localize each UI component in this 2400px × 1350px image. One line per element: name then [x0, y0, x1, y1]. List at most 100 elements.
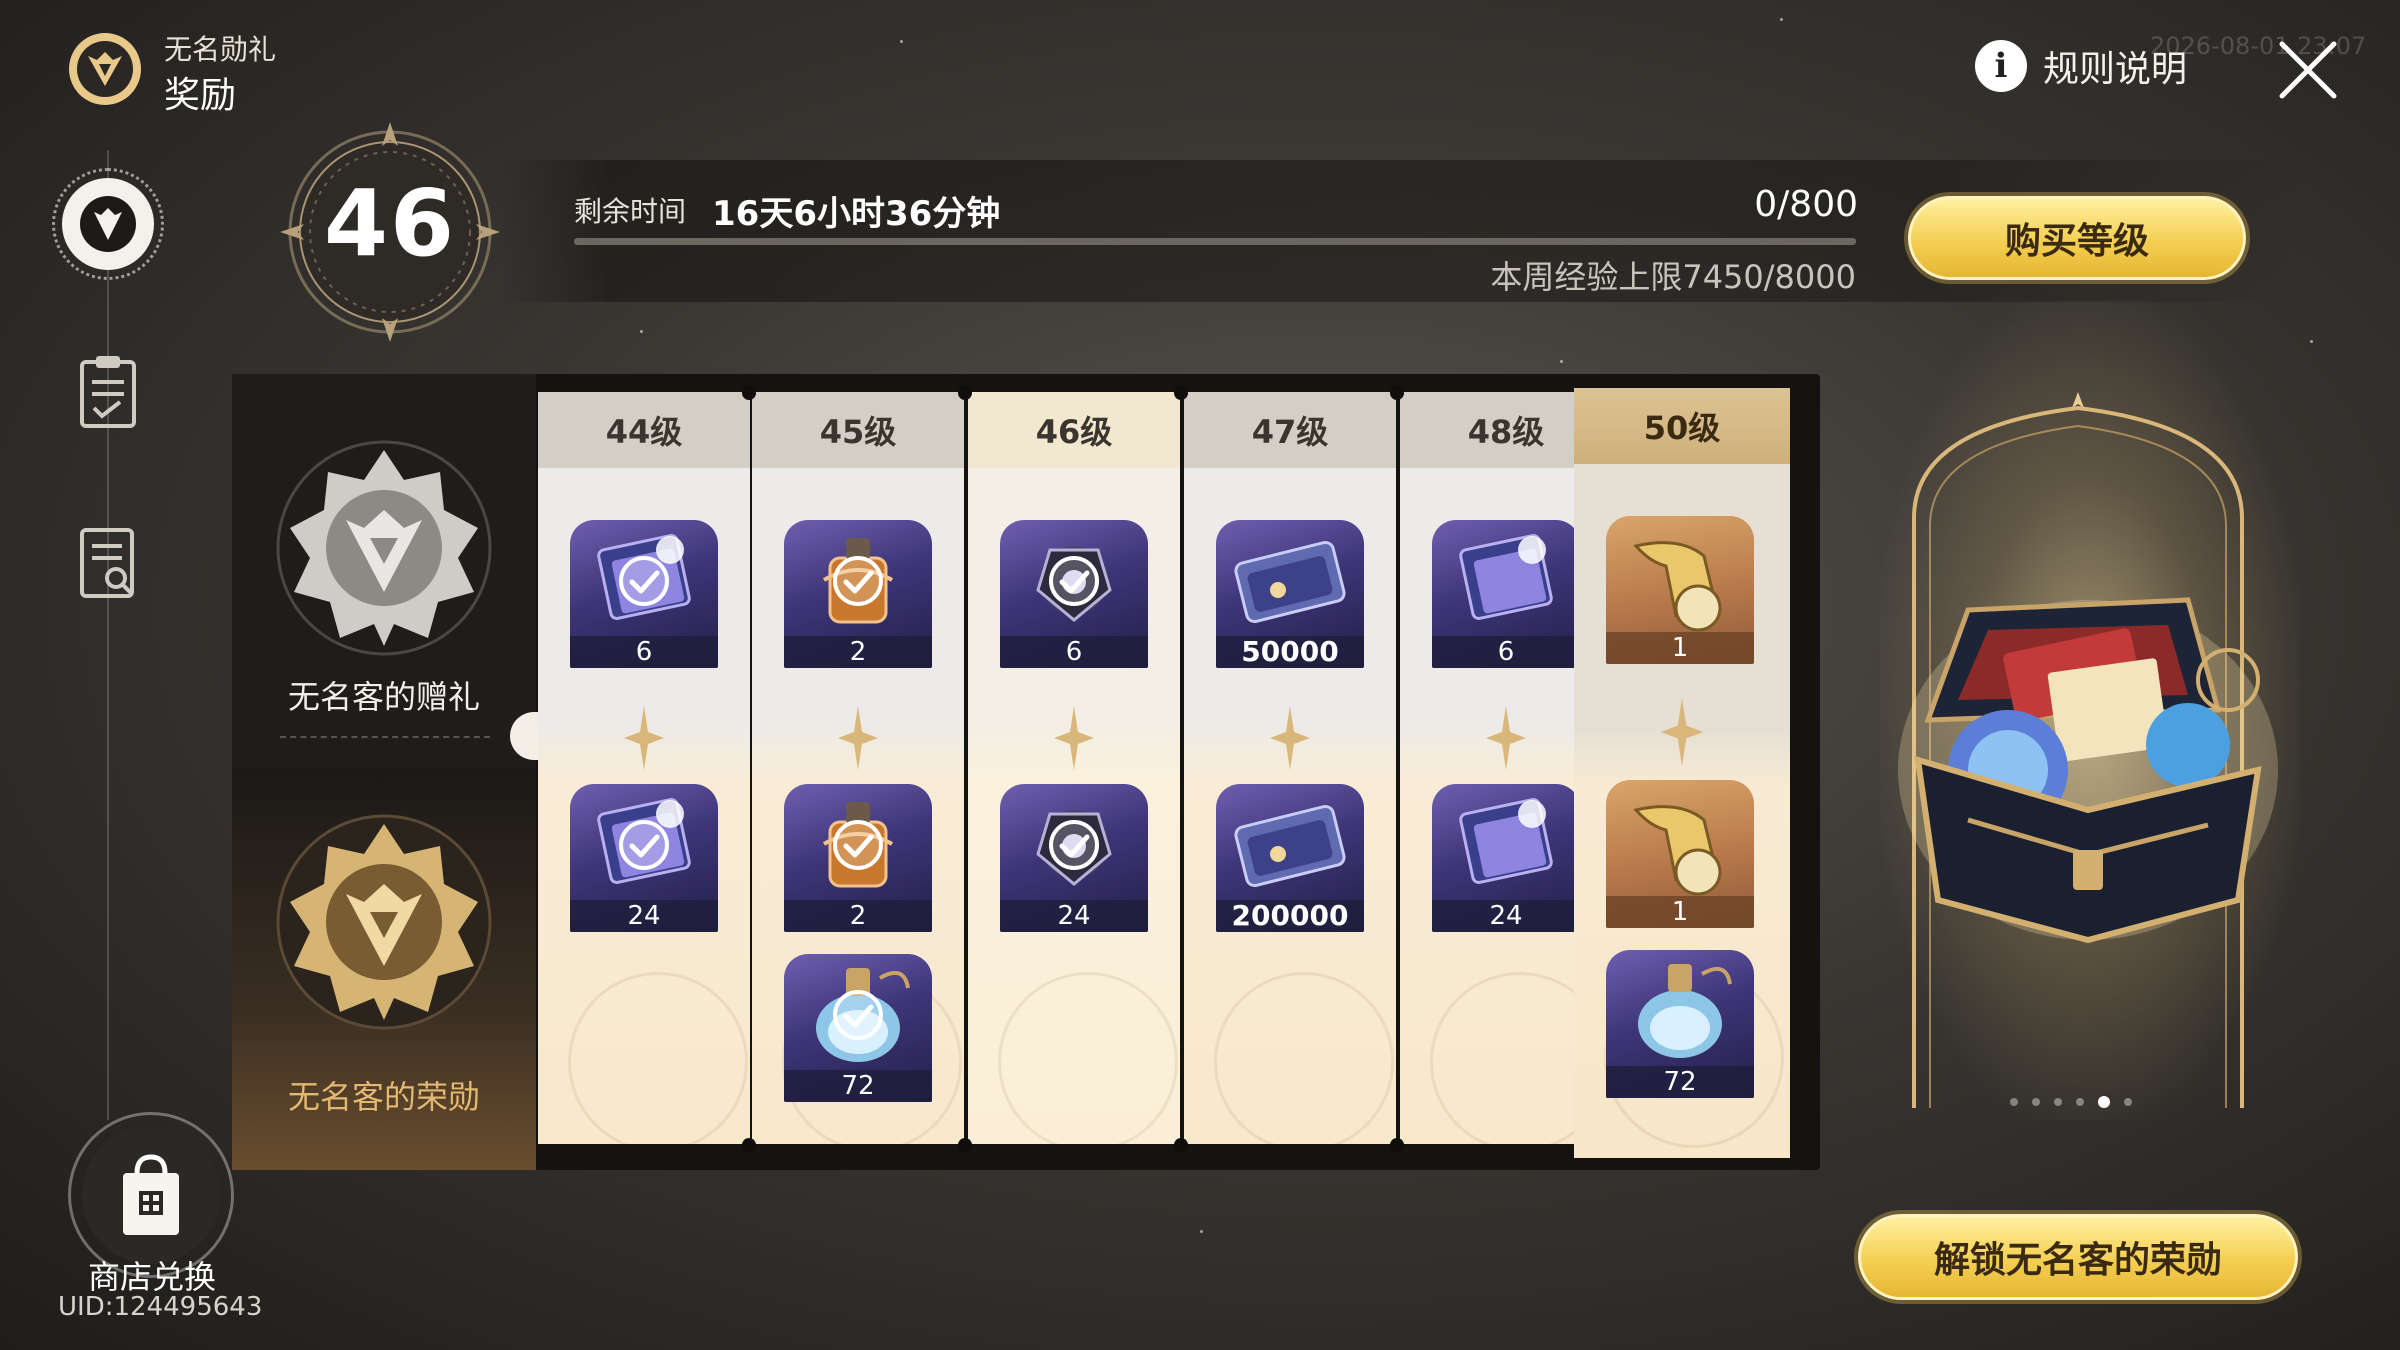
- rail-dot: [742, 1138, 756, 1152]
- remaining-time-label: 剩余时间: [574, 195, 687, 228]
- item-count: 2: [784, 900, 932, 932]
- reward-item[interactable]: 24: [1000, 784, 1148, 932]
- reward-item[interactable]: 200000: [1216, 784, 1364, 932]
- carousel-dot[interactable]: [2076, 1098, 2084, 1106]
- sparkle-divider-icon: [624, 706, 664, 770]
- nav-rewards-tab[interactable]: [52, 168, 164, 280]
- reward-item[interactable]: 6: [570, 520, 718, 668]
- level-column: 45级 2 2 72: [752, 392, 964, 1144]
- page-title: 奖励: [164, 75, 237, 116]
- free-track-emblem-icon: [276, 440, 492, 656]
- log-search-icon[interactable]: [72, 522, 144, 602]
- sparkle-divider-icon: [1486, 706, 1526, 770]
- reward-item[interactable]: 6: [1432, 520, 1580, 668]
- item-count: 72: [1606, 1066, 1754, 1098]
- level-header: 44级: [538, 392, 750, 468]
- level-column: 50级 1 1 72: [1574, 388, 1790, 1158]
- claimed-check-icon: [833, 990, 883, 1040]
- rail-dot: [1390, 386, 1404, 400]
- shopping-bag-icon: [123, 1154, 179, 1235]
- item-count: 24: [1432, 900, 1580, 932]
- close-icon[interactable]: [2276, 38, 2340, 102]
- carousel-dot[interactable]: [2098, 1096, 2110, 1108]
- claimed-check-icon: [1049, 556, 1099, 606]
- claimed-check-icon: [619, 820, 669, 870]
- rail-dot: [958, 1138, 972, 1152]
- exp-value: 0/800: [1754, 184, 1858, 225]
- flask-icon: [1638, 964, 1732, 1058]
- item-count: 24: [1000, 900, 1148, 932]
- watermark-stamp: [1214, 972, 1394, 1144]
- carousel-dot[interactable]: [2032, 1098, 2040, 1106]
- reward-item[interactable]: 6: [1000, 520, 1148, 668]
- sparkle-divider-icon: [838, 706, 878, 770]
- claimed-check-icon: [1049, 820, 1099, 870]
- reward-item[interactable]: 72: [1606, 950, 1754, 1098]
- level-header: 50级: [1574, 388, 1790, 464]
- reward-item[interactable]: 1: [1606, 780, 1754, 928]
- rail-dot: [1390, 1138, 1404, 1152]
- sparkle-divider-icon: [1270, 706, 1310, 770]
- watermark-stamp: [998, 972, 1178, 1144]
- exp-progress-bar: [574, 238, 1856, 245]
- item-count: 72: [784, 1070, 932, 1102]
- level-header: 47级: [1184, 392, 1396, 468]
- reward-item[interactable]: 50000: [1216, 520, 1364, 668]
- trumpet-icon: [1633, 805, 1722, 896]
- treasure-chest-icon: [1898, 597, 2278, 944]
- level-column: 44级 6 24: [538, 392, 750, 1144]
- item-count: 1: [1606, 632, 1754, 664]
- item-count: 50000: [1216, 636, 1364, 668]
- claimed-check-icon: [619, 556, 669, 606]
- nav-rail: [107, 150, 109, 1120]
- paid-track-label: 无名客的荣勋: [287, 1078, 480, 1116]
- item-count: 24: [570, 900, 718, 932]
- sparkle-divider-icon: [1660, 698, 1704, 766]
- reward-item[interactable]: 24: [1432, 784, 1580, 932]
- rail-dot: [1174, 1138, 1188, 1152]
- sparkle-divider-icon: [1054, 706, 1094, 770]
- current-level: 46: [323, 170, 457, 277]
- claimed-check-icon: [833, 556, 883, 606]
- item-count: 6: [1432, 636, 1580, 668]
- rewards-emblem-icon: [80, 196, 136, 252]
- carousel-dots[interactable]: [2010, 1096, 2132, 1108]
- rail-dot: [1174, 386, 1188, 400]
- item-count: 6: [570, 636, 718, 668]
- info-icon: i: [1975, 40, 2027, 92]
- rail-dot: [742, 386, 756, 400]
- item-count: 200000: [1216, 900, 1364, 932]
- free-track-label: 无名客的赠礼: [287, 678, 480, 716]
- reward-item[interactable]: 72: [784, 954, 932, 1102]
- uid-label: UID:124495643: [58, 1292, 263, 1322]
- book-icon: [1459, 534, 1553, 620]
- item-count: 6: [1000, 636, 1148, 668]
- buy-level-button[interactable]: 购买等级: [1908, 196, 2246, 280]
- paid-track-emblem-icon: [276, 814, 492, 1030]
- reward-item[interactable]: 24: [570, 784, 718, 932]
- reward-item[interactable]: 2: [784, 784, 932, 932]
- level-header: 46级: [968, 392, 1180, 468]
- book-icon: [1459, 798, 1553, 884]
- carousel-dot[interactable]: [2054, 1098, 2062, 1106]
- track-divider: [280, 736, 490, 738]
- item-count: 2: [784, 636, 932, 668]
- claimed-check-icon: [833, 820, 883, 870]
- remaining-time-value: 16天6小时36分钟: [712, 194, 1001, 234]
- trumpet-icon: [1633, 541, 1722, 632]
- unlock-honor-button[interactable]: 解锁无名客的荣勋: [1858, 1214, 2298, 1300]
- item-count: 1: [1606, 896, 1754, 928]
- weekly-exp-cap: 本周经验上限7450/8000: [1490, 258, 1856, 296]
- reward-item[interactable]: 1: [1606, 516, 1754, 664]
- watermark-stamp: [568, 972, 748, 1144]
- carousel-dot[interactable]: [2010, 1098, 2018, 1106]
- level-column: 47级 50000 200000: [1184, 392, 1396, 1144]
- mission-clipboard-icon[interactable]: [72, 352, 144, 432]
- rail-dot: [958, 386, 972, 400]
- level-header: 45级: [752, 392, 964, 468]
- carousel-dot[interactable]: [2124, 1098, 2132, 1106]
- level-column: 46级 6 24: [968, 392, 1180, 1144]
- reward-item[interactable]: 2: [784, 520, 932, 668]
- credit-icon: [1234, 540, 1346, 624]
- credit-icon: [1234, 804, 1346, 888]
